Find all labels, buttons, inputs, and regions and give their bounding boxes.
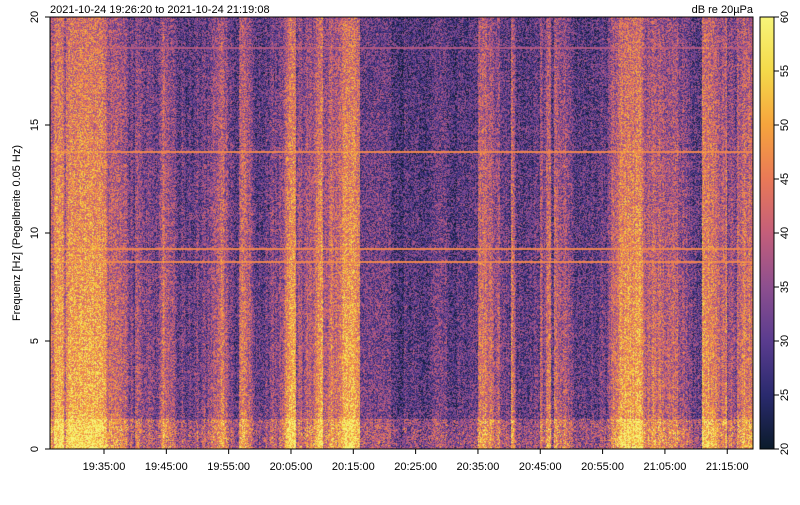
x-tick-label: 21:05:00 (644, 461, 687, 473)
colorbar-tick-label: 20 (779, 443, 791, 455)
x-tick-label: 21:15:00 (706, 461, 749, 473)
colorbar-tick-label: 35 (779, 281, 791, 293)
colorbar-axis: 20 25 30 35 40 45 50 55 60 (774, 11, 791, 455)
chart-title-left: 2021-10-24 19:26:20 to 2021-10-24 21:19:… (50, 4, 270, 16)
y-tick-label: 0 (29, 446, 41, 452)
x-tick-label: 20:35:00 (457, 461, 500, 473)
colorbar (759, 16, 775, 450)
colorbar-tick-label: 45 (779, 173, 791, 185)
x-tick-label: 20:05:00 (270, 461, 313, 473)
y-tick-label: 10 (29, 227, 41, 239)
colorbar-tick-label: 40 (779, 227, 791, 239)
x-tick-label: 20:15:00 (332, 461, 375, 473)
chart-svg: 2021-10-24 19:26:20 to 2021-10-24 21:19:… (11, 4, 791, 473)
x-tick-label: 19:55:00 (207, 461, 250, 473)
x-tick-label: 20:55:00 (581, 461, 624, 473)
colorbar-tick-label: 50 (779, 119, 791, 131)
x-tick-label: 19:35:00 (83, 461, 126, 473)
y-axis: 0 5 10 15 20 (29, 11, 50, 452)
x-tick-label: 20:25:00 (394, 461, 437, 473)
y-tick-label: 5 (29, 338, 41, 344)
colorbar-tick-label: 25 (779, 389, 791, 401)
colorbar-tick-label: 30 (779, 335, 791, 347)
x-tick-label: 20:45:00 (519, 461, 562, 473)
spectrogram-chart: 2021-10-24 19:26:20 to 2021-10-24 21:19:… (0, 0, 800, 500)
spectrogram-heatmap (50, 17, 753, 449)
colorbar-tick-label: 55 (779, 65, 791, 77)
chart-title-right: dB re 20µPa (692, 4, 754, 16)
y-tick-label: 20 (29, 11, 41, 23)
x-axis: 19:35:00 19:45:00 19:55:00 20:05:00 20:15:00… (83, 449, 749, 473)
colorbar-tick-label: 60 (779, 11, 791, 23)
y-tick-label: 15 (29, 119, 41, 131)
y-axis-label: Frequenz [Hz] (Pegelbreite 0.05 Hz) (11, 145, 23, 321)
x-tick-label: 19:45:00 (145, 461, 188, 473)
